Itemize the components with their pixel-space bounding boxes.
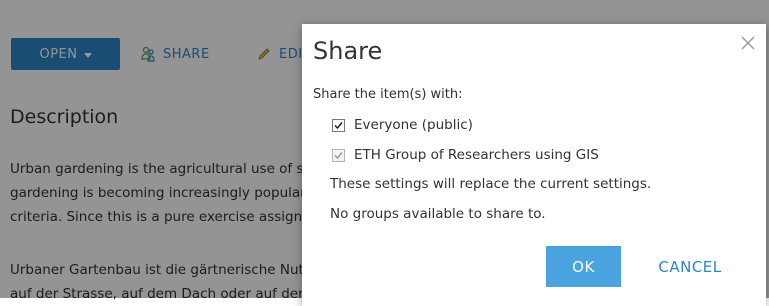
share-with-label: Share the item(s) with: xyxy=(313,87,463,102)
no-groups-note: No groups available to share to. xyxy=(330,206,546,222)
cancel-button[interactable]: CANCEL xyxy=(648,246,732,287)
everyone-checkbox[interactable] xyxy=(332,118,345,132)
replace-settings-note: These settings will replace the current … xyxy=(330,176,652,192)
checkmark-icon xyxy=(334,151,343,159)
close-icon[interactable] xyxy=(739,34,757,52)
group-label: ETH Group of Researchers using GIS xyxy=(354,147,599,163)
ok-button[interactable]: OK xyxy=(546,246,621,287)
share-dialog: Share Share the item(s) with: Everyone (… xyxy=(302,24,766,306)
everyone-label: Everyone (public) xyxy=(354,117,473,133)
dialog-title: Share xyxy=(313,37,383,65)
group-checkbox xyxy=(332,148,345,162)
checkmark-icon xyxy=(334,121,343,129)
share-option-everyone[interactable]: Everyone (public) xyxy=(332,116,473,134)
share-option-group: ETH Group of Researchers using GIS xyxy=(332,146,599,164)
